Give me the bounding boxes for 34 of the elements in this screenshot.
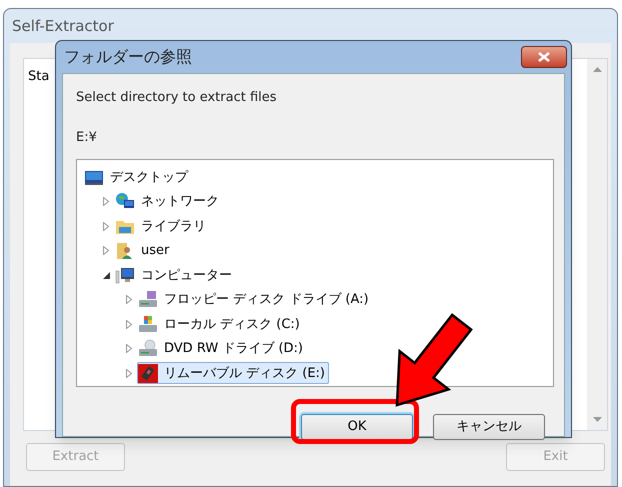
removable-drive-icon: [138, 364, 158, 383]
expand-arrow-icon[interactable]: [123, 294, 135, 306]
disc-drive-icon: [138, 339, 158, 358]
expand-arrow-icon[interactable]: [100, 244, 112, 257]
dialog-title: フォルダーの参照: [64, 46, 192, 68]
tree-item[interactable]: フロッピー ディスク ドライブ (A:): [137, 288, 373, 311]
floppy-drive-icon: [138, 290, 158, 310]
scrollbar[interactable]: [587, 59, 607, 430]
tree-item[interactable]: リムーバブル ディスク (E:): [137, 362, 330, 384]
tree-item[interactable]: DVD RW ドライブ (D:): [137, 338, 307, 360]
ok-button[interactable]: OK: [301, 414, 413, 440]
expand-arrow-icon[interactable]: [100, 220, 112, 232]
log-text: Sta: [28, 68, 50, 86]
expand-arrow-icon[interactable]: [123, 318, 135, 330]
tree-item[interactable]: ライブラリ: [114, 215, 210, 238]
tree-item[interactable]: コンピューター: [114, 264, 236, 286]
expand-arrow-icon[interactable]: [100, 196, 112, 208]
instruction-text: Select directory to extract files: [76, 89, 277, 107]
close-icon: [538, 52, 550, 62]
scroll-down-icon[interactable]: [592, 417, 602, 422]
close-button[interactable]: [521, 46, 567, 68]
expand-arrow-icon[interactable]: [123, 367, 135, 380]
tree-item[interactable]: user: [114, 240, 174, 262]
cancel-button[interactable]: キャンセル: [433, 414, 545, 440]
tree-item[interactable]: ネットワーク: [114, 190, 223, 213]
scroll-up-icon[interactable]: [592, 67, 602, 72]
path-text: E:¥: [76, 129, 97, 147]
window-title: Self-Extractor: [12, 16, 114, 37]
computer-icon: [115, 266, 135, 285]
user-folder-icon: [115, 241, 135, 260]
expand-arrow-icon[interactable]: [123, 342, 135, 355]
hard-drive-icon: [138, 314, 158, 334]
tree-item[interactable]: デスクトップ: [83, 166, 192, 188]
tree-item[interactable]: ローカル ディスク (C:): [137, 313, 304, 336]
